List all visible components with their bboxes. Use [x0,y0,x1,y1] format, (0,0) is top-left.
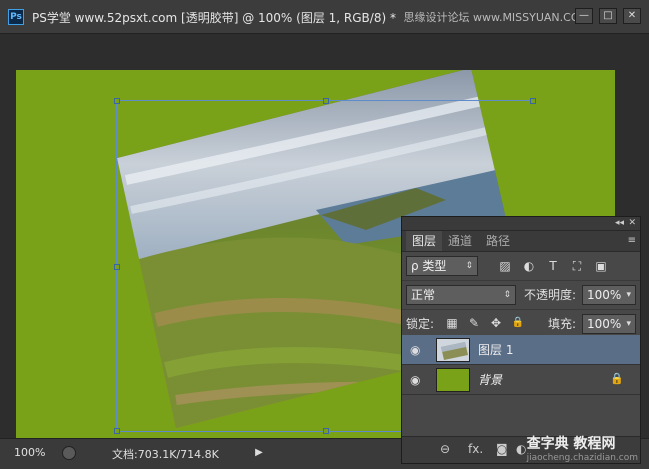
fx-icon[interactable]: fx. [468,442,483,456]
type-filter-icon[interactable]: T [546,259,560,273]
shape-filter-icon[interactable]: ⛶ [570,259,584,273]
lock-image-icon[interactable]: ✎ [466,315,482,331]
layer-filter-label: ρ 类型 [411,259,447,273]
pixel-filter-icon[interactable]: ▨ [498,259,512,273]
watermark-text: 思缘设计论坛 www.MISSYUAN.COM [403,11,589,24]
fill-value: 100% [587,317,622,331]
lock-label: 锁定: [406,317,435,331]
blend-row: 正常 ⇕ 不透明度: 100% ▾ [402,281,640,310]
tab-paths[interactable]: 路径 [480,231,516,251]
layer-name[interactable]: 图层 1 [478,341,513,358]
window-controls: — □ ✕ [575,8,641,24]
watermark-main: 查字典 教程网 [526,436,616,452]
opacity-value: 100% [587,288,622,302]
panel-close-icon[interactable]: ✕ [628,217,636,230]
document-title: PS学堂 www.52psxt.com [透明胶带] @ 100% (图层 1,… [32,11,396,25]
smart-object-filter-icon[interactable]: ▣ [594,259,608,273]
layer-filter-select[interactable]: ρ 类型 ⇕ [406,256,478,276]
status-info-icon[interactable] [62,446,76,460]
maximize-button[interactable]: □ [599,8,617,24]
photoshop-app-icon: Ps [8,9,24,25]
layers-panel: ◂◂ ✕ 图层 通道 路径 ≡ ρ 类型 ⇕ ▨ ◐ T ⛶ ▣ 正常 ⇕ 不透… [401,216,641,464]
opacity-input[interactable]: 100% ▾ [582,285,636,305]
filter-row: ρ 类型 ⇕ ▨ ◐ T ⛶ ▣ [402,252,640,281]
fill-label: 填充: [548,317,577,331]
title-bar: Ps PS学堂 www.52psxt.com [透明胶带] @ 100% (图层… [0,0,649,34]
layer-row-layer1[interactable]: ◉ 图层 1 [402,335,640,365]
document-size-info: 文档:703.1K/714.8K [112,448,219,461]
panel-header: ◂◂ ✕ [402,217,640,231]
panel-tabs: 图层 通道 路径 ≡ [402,231,640,252]
lock-transparency-icon[interactable]: ▦ [444,315,460,331]
blend-mode-select[interactable]: 正常 ⇕ [406,285,516,305]
visibility-eye-icon[interactable]: ◉ [410,343,420,357]
tab-channels[interactable]: 通道 [442,231,478,251]
layer-lock-icon: 🔒 [610,372,624,385]
panel-menu-icon[interactable]: ≡ [628,235,636,246]
panel-bottom-toolbar: ⊖ fx. ◙ ◐ 查字典 教程网 jiaocheng.chazidian.co… [402,436,640,463]
watermark-url: jiaocheng.chazidian.com [526,453,638,463]
bottom-watermark: 查字典 教程网 jiaocheng.chazidian.com [527,433,638,463]
minimize-button[interactable]: — [575,8,593,24]
link-layers-icon[interactable]: ⊖ [440,442,450,456]
layer-thumbnail [436,368,470,392]
collapse-icon[interactable]: ◂◂ [615,217,624,230]
adjustment-layer-icon[interactable]: ◐ [516,442,526,456]
fill-input[interactable]: 100% ▾ [582,314,636,334]
zoom-level[interactable]: 100% [14,446,45,459]
layer-row-background[interactable]: ◉ 背景 🔒 [402,365,640,395]
layer-name[interactable]: 背景 [478,371,502,388]
tab-layers[interactable]: 图层 [406,231,443,251]
visibility-eye-icon[interactable]: ◉ [410,373,420,387]
lock-all-icon[interactable]: 🔒 [510,315,526,331]
opacity-arrow-icon[interactable]: ▾ [626,286,631,304]
adjustment-filter-icon[interactable]: ◐ [522,259,536,273]
filter-arrow-icon: ⇕ [465,261,473,271]
blend-arrow-icon: ⇕ [503,290,511,300]
fill-arrow-icon[interactable]: ▾ [626,315,631,333]
opacity-label: 不透明度: [524,288,577,302]
lock-position-icon[interactable]: ✥ [488,315,504,331]
close-button[interactable]: ✕ [623,8,641,24]
status-menu-arrow-icon[interactable]: ▶ [252,445,266,461]
blend-mode-value: 正常 [411,288,436,302]
add-mask-icon[interactable]: ◙ [496,442,508,456]
layer-thumbnail [436,338,470,362]
